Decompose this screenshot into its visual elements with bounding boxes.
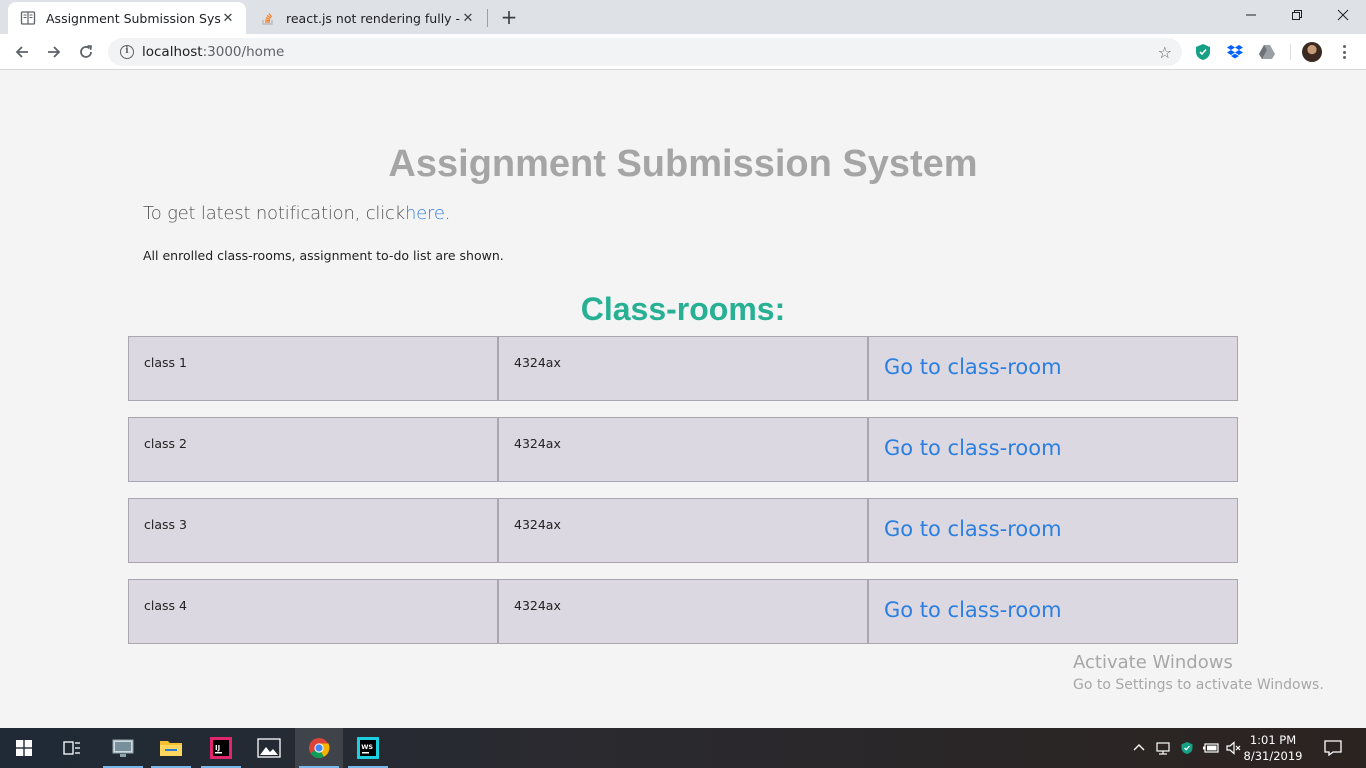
svg-text:IJ: IJ [215, 744, 220, 752]
battery-icon[interactable] [1202, 742, 1220, 754]
dot-icon [1342, 56, 1346, 59]
reload-icon [80, 45, 92, 58]
notification-link[interactable]: here [405, 203, 445, 224]
tab-assignment-system[interactable]: Assignment Submission System ✕ [8, 2, 246, 34]
go-to-class-link[interactable]: Go to class-room [868, 336, 1238, 401]
task-view-button[interactable] [48, 728, 96, 768]
class-name: class 3 [128, 498, 498, 563]
shield-icon[interactable] [1180, 741, 1194, 755]
start-button[interactable] [0, 728, 48, 768]
class-code: 4324ax [498, 498, 868, 563]
page-body: Assignment Submission System To get late… [0, 71, 1366, 728]
minimize-button[interactable] [1228, 0, 1274, 30]
arrow-left-icon [15, 46, 28, 58]
notification-icon [1324, 740, 1342, 756]
class-code: 4324ax [498, 579, 868, 644]
restore-icon [1292, 10, 1302, 20]
tab-title: Assignment Submission System [46, 10, 220, 26]
monitor-icon [112, 739, 134, 757]
toolbar-divider [1290, 44, 1291, 60]
taskbar-app-webstorm[interactable]: WS [344, 728, 392, 768]
shield-icon[interactable] [1194, 43, 1212, 61]
back-button[interactable] [8, 38, 36, 66]
drive-icon[interactable] [1258, 43, 1276, 61]
photos-icon [257, 738, 281, 758]
taskbar-app-explorer[interactable] [147, 728, 195, 768]
page-icon [20, 11, 36, 25]
notification-line: To get latest notification, clickhere. [143, 203, 450, 224]
notification-suffix: . [444, 203, 451, 224]
menu-button[interactable] [1338, 42, 1350, 62]
url-path: :3000/home [202, 44, 285, 60]
close-icon[interactable]: ✕ [460, 11, 476, 26]
star-icon[interactable]: ☆ [1158, 43, 1172, 62]
class-code: 4324ax [498, 336, 868, 401]
taskbar-app-chrome[interactable] [295, 728, 343, 768]
minimize-icon [1246, 14, 1256, 16]
dropbox-icon[interactable] [1226, 43, 1244, 61]
watermark-title: Activate Windows [1073, 652, 1233, 673]
stackoverflow-icon [262, 13, 273, 25]
class-code: 4324ax [498, 417, 868, 482]
taskbar-app-photos[interactable] [245, 728, 293, 768]
tab-title: react.js not rendering fully - Stack Ove… [286, 10, 460, 26]
url-host: localhost [142, 44, 203, 60]
tab-separator [487, 9, 488, 27]
window-close-button[interactable] [1320, 0, 1366, 30]
dot-icon [1342, 50, 1346, 54]
arrow-right-icon [48, 46, 61, 58]
chevron-up-icon[interactable] [1132, 741, 1146, 755]
network-icon[interactable] [1156, 741, 1172, 755]
clock-time: 1:01 PM [1249, 733, 1297, 747]
dot-icon [1342, 45, 1346, 48]
reload-button[interactable] [72, 38, 100, 66]
activation-watermark: Activate Windows Go to Settings to activ… [1073, 652, 1324, 693]
class-row: class 3 4324ax Go to class-room [128, 498, 1238, 563]
address-bar[interactable]: i localhost:3000/home ☆ [108, 38, 1182, 66]
clock-date: 8/31/2019 [1243, 749, 1303, 763]
taskbar: IJ WS 1:01 PM 8/31/2019 [0, 728, 1366, 768]
class-row: class 4 4324ax Go to class-room [128, 579, 1238, 644]
browser-tab-bar: Assignment Submission System ✕ react.js … [0, 0, 1366, 34]
chrome-icon [309, 738, 330, 759]
info-icon[interactable]: i [120, 45, 134, 59]
class-name: class 2 [128, 417, 498, 482]
page-title: Assignment Submission System [388, 143, 978, 185]
close-icon[interactable]: ✕ [220, 11, 236, 26]
class-name: class 4 [128, 579, 498, 644]
forward-button[interactable] [40, 38, 68, 66]
avatar[interactable] [1302, 42, 1322, 62]
class-name: class 1 [128, 336, 498, 401]
close-icon [1337, 9, 1349, 21]
taskbar-app-intellij[interactable]: IJ [197, 728, 245, 768]
restore-button[interactable] [1274, 0, 1320, 30]
class-row: class 2 4324ax Go to class-room [128, 417, 1238, 482]
webstorm-icon: WS [357, 737, 379, 759]
tab-stackoverflow[interactable]: react.js not rendering fully - Stack Ove… [248, 2, 486, 34]
taskbar-app-monitor[interactable] [99, 728, 147, 768]
system-tray [1132, 728, 1242, 768]
new-tab-button[interactable]: + [498, 6, 520, 28]
intellij-icon: IJ [210, 737, 232, 759]
class-row: class 1 4324ax Go to class-room [128, 336, 1238, 401]
folder-icon [160, 741, 182, 756]
watermark-subtitle: Go to Settings to activate Windows. [1073, 677, 1324, 693]
description-text: All enrolled class-rooms, assignment to-… [143, 248, 504, 263]
windows-icon [16, 740, 32, 756]
action-center-button[interactable] [1310, 728, 1356, 768]
go-to-class-link[interactable]: Go to class-room [868, 579, 1238, 644]
go-to-class-link[interactable]: Go to class-room [868, 417, 1238, 482]
task-view-icon [63, 741, 80, 755]
clock[interactable]: 1:01 PM 8/31/2019 [1238, 732, 1308, 764]
browser-toolbar: i localhost:3000/home ☆ [0, 34, 1366, 70]
svg-text:WS: WS [361, 743, 373, 751]
section-title: Class-rooms: [580, 291, 786, 327]
notification-prefix: To get latest notification, click [143, 203, 405, 224]
go-to-class-link[interactable]: Go to class-room [868, 498, 1238, 563]
